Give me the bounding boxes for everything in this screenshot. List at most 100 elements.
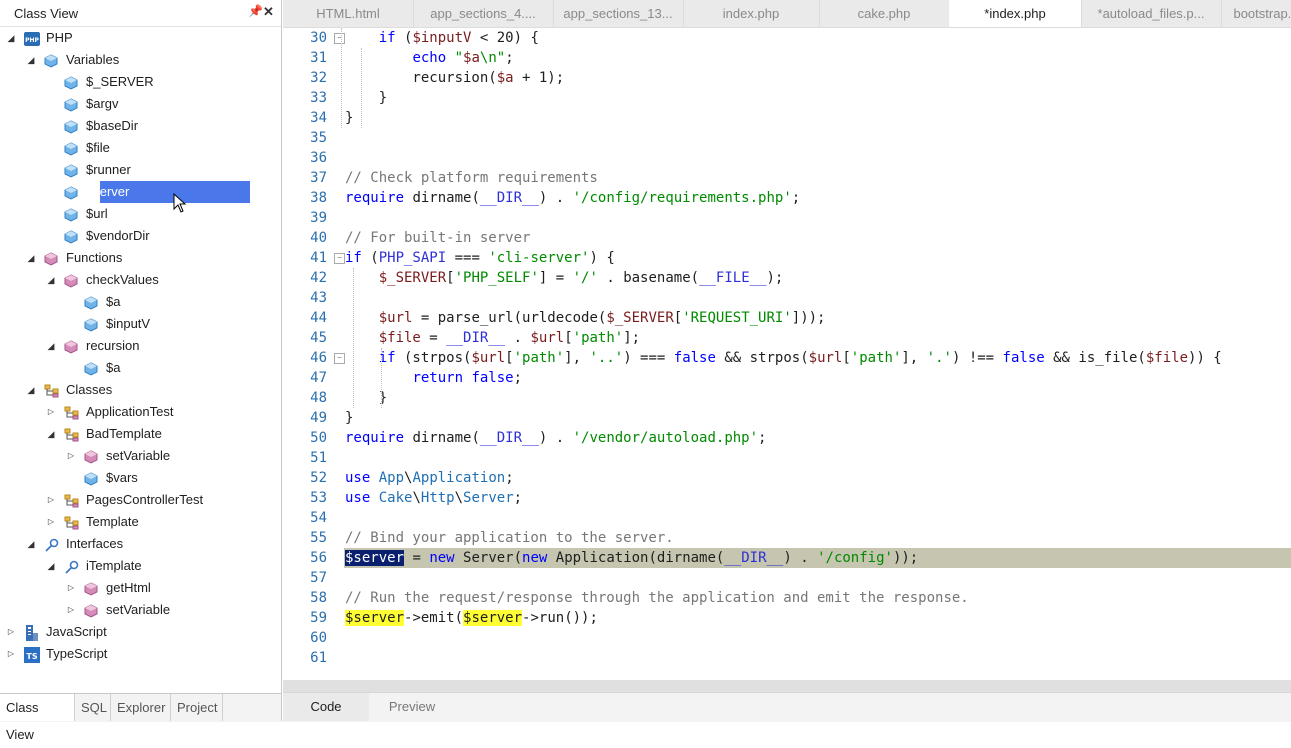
tree-node-typescript[interactable]: ▷ TS TypeScript [0, 643, 281, 665]
editor-tab-5[interactable]: *index.php [949, 0, 1082, 27]
tree-node-functions[interactable]: ◢ Functions [0, 247, 281, 269]
editor-tab-1[interactable]: app_sections_4.... [413, 0, 554, 27]
tree-node-recursion[interactable]: ◢ recursion [0, 335, 281, 357]
tree-node-vars[interactable]: $vars [0, 467, 281, 489]
code-token: dirname( [404, 430, 480, 446]
tree-node-itemplate[interactable]: ◢ iTemplate [0, 555, 281, 577]
tree-node-label: iTemplate [86, 558, 142, 573]
code-token: 'REQUEST_URI' [682, 310, 792, 326]
code-token: ( [395, 30, 413, 46]
code-token: \n" [479, 50, 506, 66]
close-icon[interactable]: ✕ [263, 4, 274, 20]
tree-node-vendordir[interactable]: $vendorDir [0, 225, 281, 247]
editor-tab-7[interactable]: bootstrap.p [1221, 0, 1291, 27]
tree-node-setvariable[interactable]: ▷ setVariable [0, 445, 281, 467]
tree-node-applicationtest[interactable]: ▷ ApplicationTest [0, 401, 281, 423]
collapsed-arrow-icon[interactable]: ▷ [46, 511, 56, 533]
code-token: Http [420, 490, 455, 506]
tree-node-label: recursion [86, 338, 140, 353]
class-icon [64, 493, 79, 508]
horizontal-scrollbar[interactable] [283, 680, 1291, 692]
expanded-arrow-icon[interactable]: ◢ [26, 533, 36, 555]
class-icon [44, 383, 59, 398]
code-token: Server( [454, 550, 523, 566]
collapsed-arrow-icon[interactable]: ▷ [46, 401, 56, 423]
code-token: 'cli-server' [488, 250, 590, 266]
variable-icon [64, 185, 78, 200]
code-token: ]; [623, 330, 641, 346]
view-tab-code[interactable]: Code [283, 693, 369, 721]
expanded-arrow-icon[interactable]: ◢ [6, 27, 16, 49]
tree-node-argv[interactable]: $argv [0, 93, 281, 115]
code-token: && strpos( [715, 350, 809, 366]
code-token: return [412, 370, 464, 386]
code-editor[interactable]: 30 31 32 33 34 35 36 37 38 39 40 41 42 43 44 45 46 47 48 49… [283, 28, 1291, 680]
fold-toggle-icon[interactable]: − [334, 353, 345, 364]
variable-icon [84, 361, 98, 376]
code-token: $a [496, 70, 514, 86]
expanded-arrow-icon[interactable]: ◢ [26, 49, 36, 71]
collapsed-arrow-icon[interactable]: ▷ [66, 577, 76, 599]
collapsed-arrow-icon[interactable]: ▷ [6, 621, 16, 643]
tree-node-a[interactable]: $a [0, 291, 281, 313]
expanded-arrow-icon[interactable]: ◢ [46, 269, 56, 291]
left-tab-explorer[interactable]: Explorer [111, 694, 171, 721]
tree-node-classes[interactable]: ◢ Classes [0, 379, 281, 401]
line-number: 33 [310, 90, 327, 106]
collapsed-arrow-icon[interactable]: ▷ [66, 445, 76, 467]
tree-node-pagescontrollertest[interactable]: ▷ PagesControllerTest [0, 489, 281, 511]
code-token: } [345, 90, 388, 106]
left-tab-project[interactable]: Project [171, 694, 223, 721]
editor-tab-4[interactable]: cake.php [819, 0, 950, 27]
code-token: (strpos( [395, 350, 472, 366]
tree-node-server[interactable]: $_SERVER [0, 71, 281, 93]
expanded-arrow-icon[interactable]: ◢ [46, 555, 56, 577]
tree-node-label: getHtml [106, 580, 151, 595]
tree-node-inputv[interactable]: $inputV [0, 313, 281, 335]
tree-node-javascript[interactable]: ▷ JavaScript [0, 621, 281, 643]
view-tab-preview[interactable]: Preview [369, 693, 455, 721]
tree-node-label: BadTemplate [86, 426, 162, 441]
pin-icon[interactable]: 📌 [248, 4, 263, 18]
expanded-arrow-icon[interactable]: ◢ [26, 247, 36, 269]
tree-node-label: Template [86, 514, 139, 529]
tree-node-setvariable[interactable]: ▷ setVariable [0, 599, 281, 621]
editor-tab-2[interactable]: app_sections_13... [553, 0, 684, 27]
editor-tab-0[interactable]: HTML.html [283, 0, 414, 27]
tree-node-interfaces[interactable]: ◢ Interfaces [0, 533, 281, 555]
collapsed-arrow-icon[interactable]: ▷ [6, 643, 16, 665]
expanded-arrow-icon[interactable]: ◢ [46, 423, 56, 445]
collapsed-arrow-icon[interactable]: ▷ [46, 489, 56, 511]
editor-tab-3[interactable]: index.php [683, 0, 820, 27]
tree-node-file[interactable]: $file [0, 137, 281, 159]
code-line: } [345, 88, 387, 108]
tree-node-basedir[interactable]: $baseDir [0, 115, 281, 137]
tree-node-label: Interfaces [66, 536, 124, 551]
tree-node-variables[interactable]: ◢ Variables [0, 49, 281, 71]
code-token: \ [454, 490, 464, 506]
tree-node-url[interactable]: $url [0, 203, 281, 225]
expanded-arrow-icon[interactable]: ◢ [46, 335, 56, 357]
tree-node-php[interactable]: ◢ PHP PHP [0, 27, 281, 49]
tree-node-gethtml[interactable]: ▷ getHtml [0, 577, 281, 599]
variable-icon [64, 207, 78, 222]
left-tab-sql[interactable]: SQL [75, 694, 111, 721]
code-token: if [345, 250, 362, 266]
collapsed-arrow-icon[interactable]: ▷ [66, 599, 76, 621]
left-tab-class-view[interactable]: Class View [0, 694, 75, 742]
editor-tab-6[interactable]: *autoload_files.p... [1081, 0, 1222, 27]
fold-toggle-icon[interactable]: − [334, 253, 345, 264]
fold-toggle-icon[interactable]: − [334, 33, 345, 44]
code-token: ], [564, 350, 590, 366]
code-token: '/config/requirements.php' [572, 190, 792, 206]
tree-node-server[interactable]: $server [0, 181, 281, 203]
tree-node-a[interactable]: $a [0, 357, 281, 379]
code-token: === [446, 250, 489, 266]
tree-node-runner[interactable]: $runner [0, 159, 281, 181]
tree-node-template[interactable]: ▷ Template [0, 511, 281, 533]
expanded-arrow-icon[interactable]: ◢ [26, 379, 36, 401]
tree-node-badtemplate[interactable]: ◢ BadTemplate [0, 423, 281, 445]
tree-node-checkvalues[interactable]: ◢ checkValues [0, 269, 281, 291]
